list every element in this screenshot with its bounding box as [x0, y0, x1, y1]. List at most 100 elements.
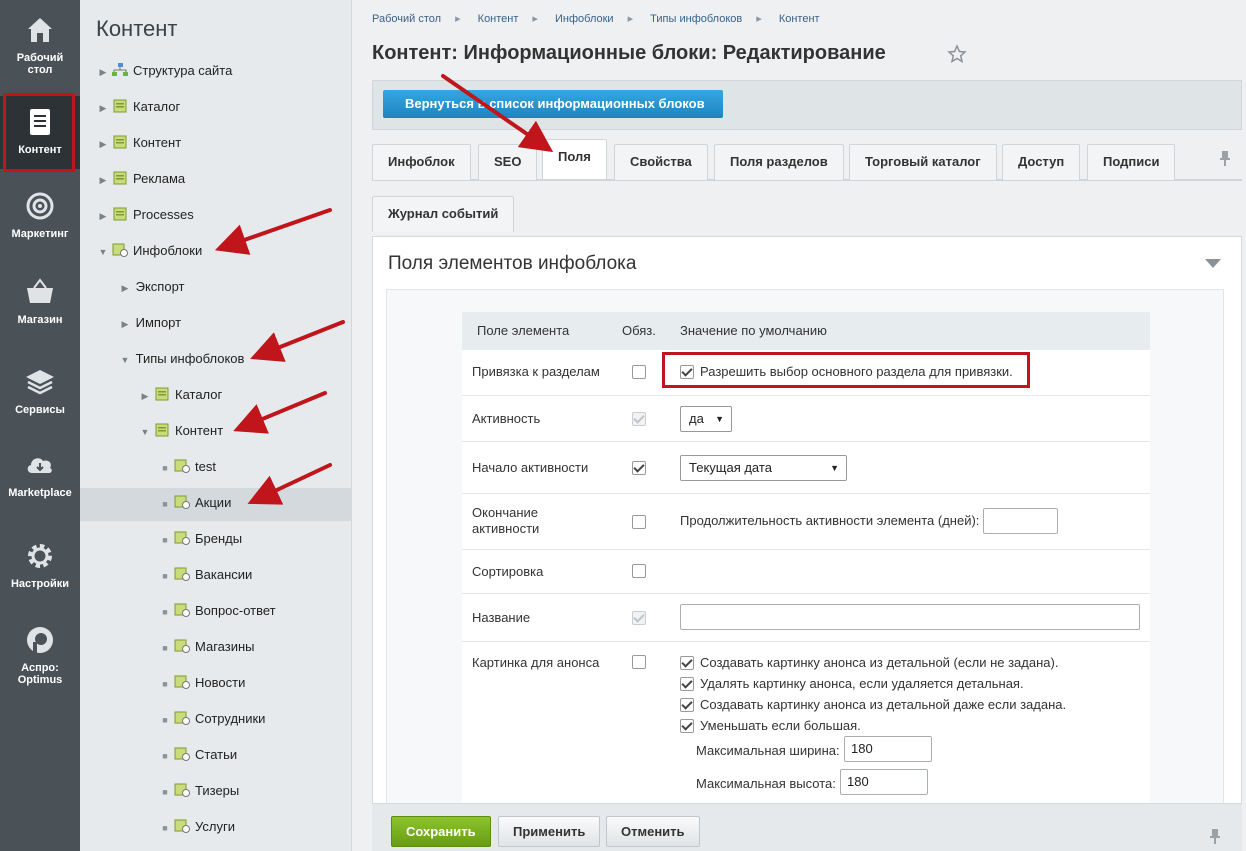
duration-input[interactable] [983, 508, 1058, 534]
tree-item-export[interactable]: ▶ Экспорт [118, 277, 185, 297]
breadcrumb-link[interactable]: Контент [779, 13, 820, 25]
max-height-input[interactable]: 180 [840, 769, 928, 795]
breadcrumb-link[interactable]: Инфоблоки [555, 13, 614, 25]
active-select[interactable]: да ▼ [680, 406, 732, 432]
star-icon[interactable] [947, 44, 967, 64]
fields-panel: Поля элементов инфоблока Поле элемента О… [372, 236, 1242, 851]
main-nav-rail: Рабочий стол Контент Маркетинг Магазин С… [0, 0, 80, 851]
field-label: Название [472, 610, 531, 625]
rail-item-services[interactable]: Сервисы [0, 366, 80, 416]
option-checkbox[interactable] [680, 677, 694, 691]
tree-item-import[interactable]: ▶ Импорт [118, 313, 182, 333]
iblock-gear-icon [174, 747, 190, 761]
rail-item-shop[interactable]: Магазин [0, 276, 80, 326]
tree-item-brands[interactable]: ■ Бренды [158, 529, 242, 549]
tab-section-fields[interactable]: Поля разделов [714, 144, 844, 180]
field-label: Привязка к разделам [472, 364, 600, 379]
tree-item-promotions[interactable]: ■ Акции [158, 493, 231, 513]
tree-item-catalog[interactable]: ▶ Каталог [96, 97, 181, 117]
tree-item-articles[interactable]: ■ Статьи [158, 745, 237, 765]
tab-iblock[interactable]: Инфоблок [372, 144, 471, 180]
active-from-select[interactable]: Текущая дата ▼ [680, 455, 847, 481]
cancel-button[interactable]: Отменить [606, 816, 700, 847]
tree-item-type-content[interactable]: ▼ Контент [138, 421, 224, 441]
collapse-triangle-icon[interactable] [1205, 259, 1221, 269]
tab-captions[interactable]: Подписи [1087, 144, 1176, 180]
rail-item-content[interactable]: Контент [0, 96, 80, 169]
tab-event-log[interactable]: Журнал событий [372, 196, 515, 232]
max-width-input[interactable]: 180 [844, 736, 932, 762]
target-icon [26, 192, 54, 220]
preview-option[interactable]: Создавать картинку анонса из детальной д… [680, 697, 1066, 712]
tree-title: Контент [96, 16, 178, 41]
tree-item-services[interactable]: ■ Услуги [158, 817, 235, 837]
tree-item-teasers[interactable]: ■ Тизеры [158, 781, 239, 801]
page-title: Контент: Информационные блоки: Редактиро… [372, 42, 886, 64]
column-header-default: Значение по умолчанию [670, 312, 1150, 350]
tree-item-test[interactable]: ■ test [158, 457, 216, 477]
tree-item-site-structure[interactable]: ▶ Структура сайта [96, 61, 232, 81]
tree-item-vacancies[interactable]: ■ Вакансии [158, 565, 252, 585]
rail-label: Маркетинг [11, 228, 69, 240]
preview-option[interactable]: Создавать картинку анонса из детальной (… [680, 655, 1058, 670]
cloud-download-icon [27, 458, 52, 473]
required-checkbox[interactable] [632, 564, 646, 578]
tab-seo[interactable]: SEO [478, 144, 538, 180]
iblock-icon [113, 135, 127, 149]
preview-option[interactable]: Удалять картинку анонса, если удаляется … [680, 676, 1024, 691]
breadcrumb-link[interactable]: Контент [478, 13, 519, 25]
field-label: Окончание активности [472, 505, 540, 536]
sitemap-icon [112, 63, 128, 76]
rail-item-marketplace[interactable]: Marketplace [0, 449, 80, 499]
option-checkbox[interactable] [680, 719, 694, 733]
tree-item-content[interactable]: ▶ Контент [96, 133, 182, 153]
form-footer: Сохранить Применить Отменить [372, 803, 1242, 851]
iblock-gear-icon [174, 711, 190, 725]
pin-icon[interactable] [1208, 828, 1222, 844]
required-checkbox[interactable] [632, 365, 646, 379]
breadcrumb-link[interactable]: Рабочий стол [372, 13, 441, 25]
column-header-required: Обяз. [612, 312, 670, 350]
breadcrumb-link[interactable]: Типы инфоблоков [650, 13, 742, 25]
option-checkbox[interactable] [680, 656, 694, 670]
iblock-gear-icon [174, 639, 190, 653]
back-to-list-button[interactable]: Вернуться в список информационных блоков [383, 90, 723, 118]
pin-icon[interactable] [1218, 150, 1232, 166]
tab-access[interactable]: Доступ [1002, 144, 1081, 180]
rail-item-aspro[interactable]: Аспро: Optimus [0, 624, 80, 686]
table-row: Начало активности Текущая дата ▼ [462, 442, 1150, 494]
preview-option[interactable]: Уменьшать если большая. [680, 718, 861, 733]
basket-icon [27, 278, 53, 303]
iblock-gear-icon [112, 243, 128, 257]
required-checkbox[interactable] [632, 461, 646, 475]
tree-item-staff[interactable]: ■ Сотрудники [158, 709, 265, 729]
rail-item-marketing[interactable]: Маркетинг [0, 190, 80, 240]
rail-item-settings[interactable]: Настройки [0, 540, 80, 590]
tab-fields[interactable]: Поля [542, 139, 607, 179]
main-area: Рабочий стол ▸ Контент ▸ Инфоблоки ▸ Типы и… [352, 0, 1246, 851]
tab-properties[interactable]: Свойства [614, 144, 708, 180]
tree-item-news[interactable]: ■ Новости [158, 673, 245, 693]
save-button[interactable]: Сохранить [391, 816, 491, 847]
iblock-gear-icon [174, 603, 190, 617]
tree-item-ads[interactable]: ▶ Реклама [96, 169, 186, 189]
table-row: Окончание активности Продолжительность ак… [462, 494, 1150, 550]
iblock-icon [155, 423, 169, 437]
caret-down-icon: ▼ [715, 414, 724, 424]
tree-item-iblock-types[interactable]: ▼ Типы инфоблоков [118, 349, 245, 369]
tree-item-processes[interactable]: ▶ Processes [96, 205, 194, 225]
field-label: Картинка для анонса [472, 655, 600, 670]
tree-item-type-catalog[interactable]: ▶ Каталог [138, 385, 223, 405]
option-checkbox[interactable] [680, 698, 694, 712]
tree-item-iblocks[interactable]: ▼ Инфоблоки [96, 241, 203, 261]
name-default-input[interactable] [680, 604, 1140, 630]
apply-button[interactable]: Применить [498, 816, 601, 847]
tree-item-stores[interactable]: ■ Магазины [158, 637, 254, 657]
tree-item-faq[interactable]: ■ Вопрос-ответ [158, 601, 275, 621]
required-checkbox[interactable] [632, 655, 646, 669]
rail-label: Настройки [10, 578, 70, 590]
rail-item-desktop[interactable]: Рабочий стол [0, 14, 80, 76]
required-checkbox[interactable] [632, 515, 646, 529]
tab-trade-catalog[interactable]: Торговый каталог [849, 144, 997, 180]
iblock-gear-icon [174, 783, 190, 797]
